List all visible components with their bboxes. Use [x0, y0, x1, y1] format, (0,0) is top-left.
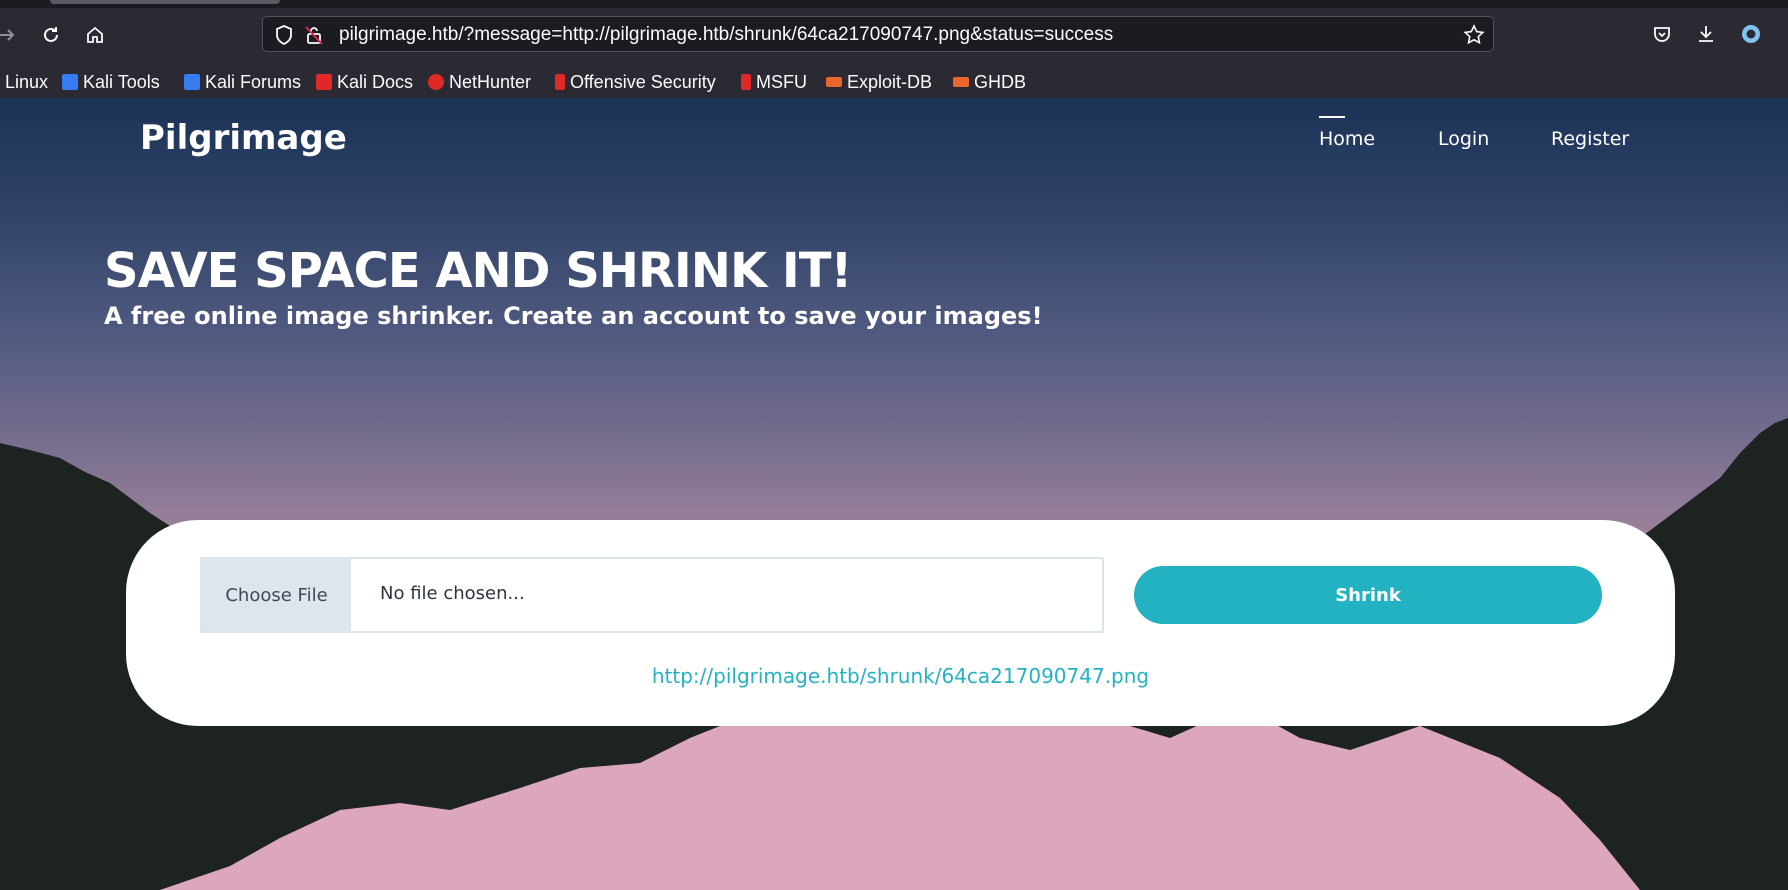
- shrunk-image-link[interactable]: http://pilgrimage.htb/shrunk/64ca2170907…: [126, 664, 1675, 688]
- file-status-text: No file chosen...: [380, 583, 525, 604]
- nav-register[interactable]: Register: [1551, 128, 1629, 150]
- bookmark-star-icon[interactable]: [1463, 24, 1485, 46]
- hero-title: SAVE SPACE AND SHRINK IT!: [104, 243, 852, 299]
- active-tab-edge[interactable]: [50, 0, 280, 4]
- reload-icon[interactable]: [36, 20, 66, 50]
- msfu-icon: [741, 74, 751, 90]
- page-viewport: Pilgrimage Home Login Register SAVE SPAC…: [0, 98, 1788, 890]
- bookmark-label: Exploit-DB: [847, 71, 933, 92]
- forward-arrow-icon[interactable]: [0, 20, 22, 50]
- bookmark-label: MSFU: [756, 71, 807, 92]
- browser-toolbar: pilgrimage.htb/?message=http://pilgrimag…: [0, 0, 1788, 66]
- kali-forums-icon: [184, 74, 200, 90]
- bookmark-kali-tools[interactable]: Kali Tools: [62, 70, 160, 94]
- shield-icon[interactable]: [273, 24, 295, 46]
- shrink-button[interactable]: Shrink: [1134, 566, 1602, 624]
- mountain-background: [0, 418, 1788, 890]
- bookmark-label: GHDB: [974, 71, 1027, 92]
- pocket-icon[interactable]: [1647, 19, 1677, 49]
- ghdb-icon: [953, 77, 969, 87]
- bookmarks-toolbar: i Linux Kali Tools Kali Forums Kali Docs…: [0, 66, 1788, 99]
- bookmark-nethunter[interactable]: NetHunter: [428, 70, 531, 94]
- address-bar[interactable]: pilgrimage.htb/?message=http://pilgrimag…: [262, 16, 1494, 52]
- offsec-icon: [555, 74, 565, 90]
- insecure-lock-icon[interactable]: [303, 24, 325, 46]
- bookmark-kali-forums[interactable]: Kali Forums: [184, 70, 301, 94]
- nav-home[interactable]: Home: [1319, 116, 1375, 150]
- bookmark-label: Kali Forums: [205, 71, 302, 92]
- url-text[interactable]: pilgrimage.htb/?message=http://pilgrimag…: [339, 24, 1113, 46]
- bookmark-kali-linux[interactable]: i Linux: [0, 70, 48, 94]
- choose-file-button[interactable]: Choose File: [202, 559, 351, 631]
- bookmark-label: Offensive Security: [570, 71, 716, 92]
- upload-card: Choose File No file chosen... Shrink htt…: [126, 520, 1675, 726]
- bookmark-msfu[interactable]: MSFU: [741, 70, 807, 94]
- kali-tools-icon: [62, 74, 78, 90]
- nav-login[interactable]: Login: [1438, 128, 1489, 150]
- home-icon[interactable]: [80, 20, 110, 50]
- bookmark-ghdb[interactable]: GHDB: [953, 70, 1026, 94]
- file-input[interactable]: Choose File No file chosen...: [200, 557, 1104, 633]
- bookmark-label: Kali Docs: [337, 71, 414, 92]
- kali-docs-icon: [316, 74, 332, 90]
- tab-strip: [0, 0, 1788, 8]
- bookmark-exploit-db[interactable]: Exploit-DB: [826, 70, 932, 94]
- nethunter-icon: [428, 74, 444, 90]
- bookmark-offensive-security[interactable]: Offensive Security: [555, 70, 716, 94]
- bookmark-label: i Linux: [0, 71, 49, 92]
- site-logo[interactable]: Pilgrimage: [140, 118, 347, 158]
- bookmark-kali-docs[interactable]: Kali Docs: [316, 70, 413, 94]
- download-icon[interactable]: [1691, 19, 1721, 49]
- exploitdb-icon: [826, 77, 842, 87]
- hero-subtitle: A free online image shrinker. Create an …: [104, 302, 1043, 330]
- account-icon[interactable]: [1736, 19, 1766, 49]
- bookmark-label: NetHunter: [449, 71, 532, 92]
- bookmark-label: Kali Tools: [83, 71, 160, 92]
